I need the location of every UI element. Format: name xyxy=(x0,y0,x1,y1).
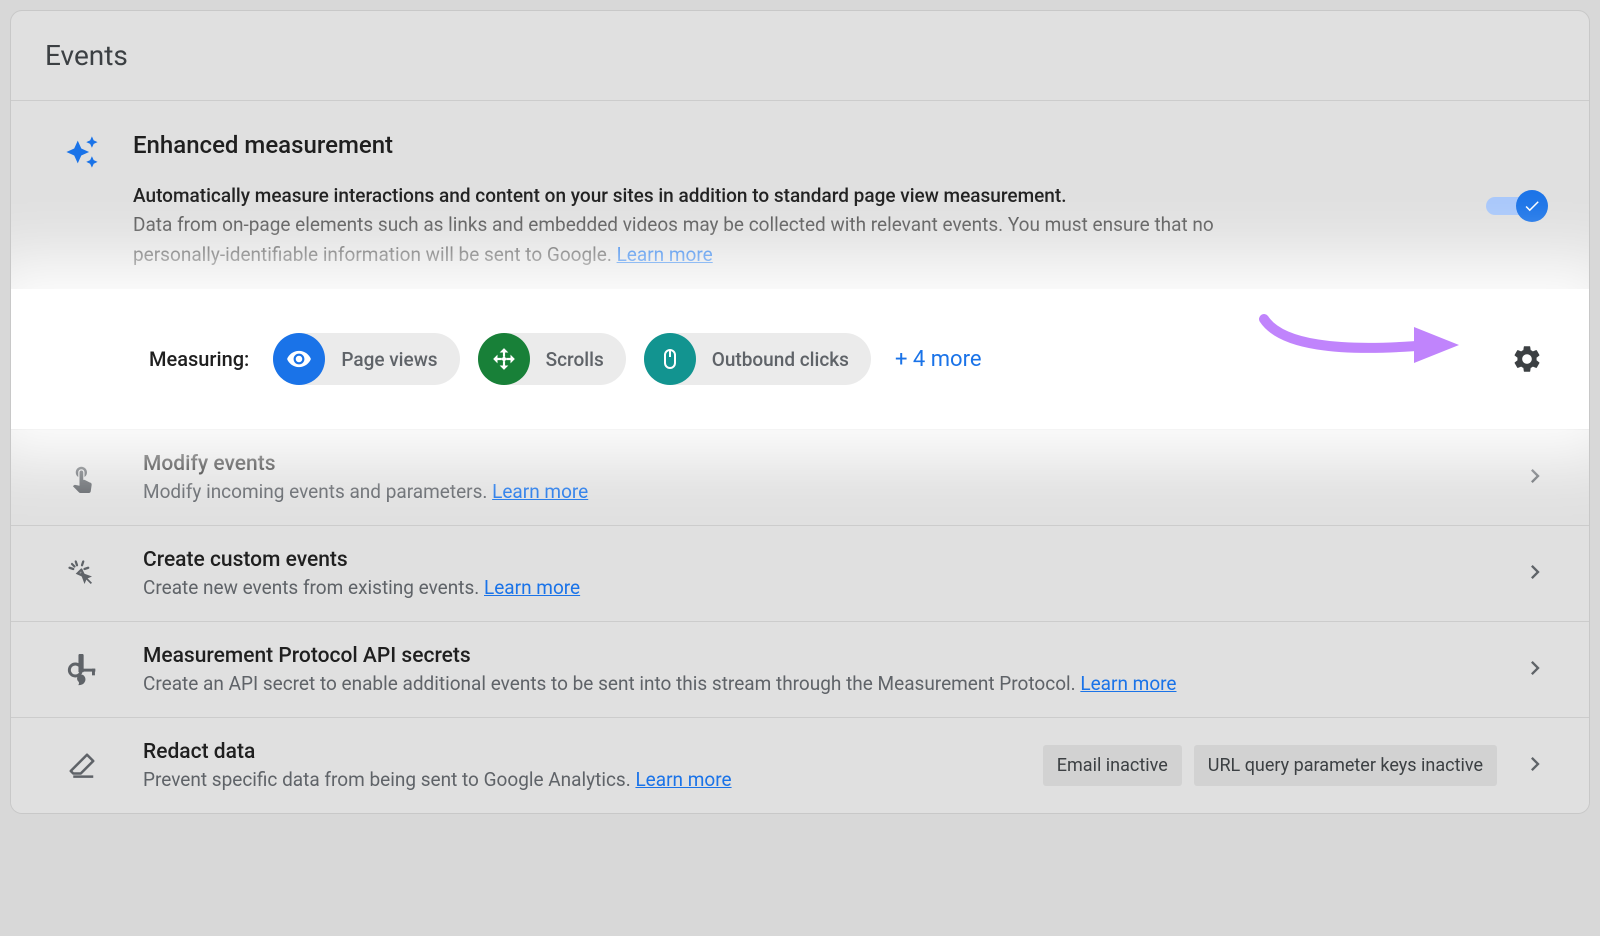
more-chips-link[interactable]: + 4 more xyxy=(895,347,982,372)
measuring-label: Measuring: xyxy=(149,347,249,371)
chip-label: Outbound clicks xyxy=(712,348,849,371)
key-icon xyxy=(65,653,99,687)
mouse-icon xyxy=(644,333,696,385)
chip-label: Scrolls xyxy=(546,348,604,371)
badge-email: Email inactive xyxy=(1043,745,1182,786)
chevron-right-icon xyxy=(1521,750,1549,782)
create-custom-events-row[interactable]: Create custom events Create new events f… xyxy=(11,526,1589,622)
list-title: Redact data xyxy=(143,740,1043,764)
redact-data-row[interactable]: Redact data Prevent specific data from b… xyxy=(11,718,1589,813)
list-desc: Create an API secret to enable additiona… xyxy=(143,672,1505,695)
scroll-icon xyxy=(478,333,530,385)
learn-more-link[interactable]: Learn more xyxy=(484,576,580,599)
eye-icon xyxy=(273,333,325,385)
chip-outbound-clicks: Outbound clicks xyxy=(644,333,871,385)
list-content: Redact data Prevent specific data from b… xyxy=(143,740,1043,791)
enhanced-toggle[interactable] xyxy=(1486,191,1544,221)
list-desc: Modify incoming events and parameters. L… xyxy=(143,480,1505,503)
chip-scrolls: Scrolls xyxy=(478,333,626,385)
learn-more-link[interactable]: Learn more xyxy=(635,768,731,791)
enhanced-content: Enhanced measurement Automatically measu… xyxy=(133,131,1549,269)
arrow-annotation xyxy=(1259,307,1469,367)
badge-url: URL query parameter keys inactive xyxy=(1194,745,1497,786)
settings-gear-button[interactable] xyxy=(1509,341,1545,377)
list-content: Create custom events Create new events f… xyxy=(143,548,1505,599)
status-badges: Email inactive URL query parameter keys … xyxy=(1043,745,1497,786)
enhanced-desc-bold: Automatically measure interactions and c… xyxy=(133,184,1066,207)
chip-label: Page views xyxy=(341,348,437,371)
learn-more-link[interactable]: Learn more xyxy=(492,480,588,503)
check-icon xyxy=(1523,197,1541,215)
modify-events-row[interactable]: Modify events Modify incoming events and… xyxy=(11,430,1589,526)
events-panel: Events Enhanced measurement Automaticall… xyxy=(10,10,1590,814)
chip-page-views: Page views xyxy=(273,333,459,385)
measurement-protocol-row[interactable]: Measurement Protocol API secrets Create … xyxy=(11,622,1589,718)
list-content: Modify events Modify incoming events and… xyxy=(143,452,1505,503)
chevron-right-icon xyxy=(1521,654,1549,686)
learn-more-link[interactable]: Learn more xyxy=(1080,672,1176,695)
enhanced-title: Enhanced measurement xyxy=(133,131,1549,159)
sparkle-icon xyxy=(65,135,99,173)
enhanced-learn-more-link[interactable]: Learn more xyxy=(617,243,713,266)
chevron-right-icon xyxy=(1521,462,1549,494)
list-content: Measurement Protocol API secrets Create … xyxy=(143,644,1505,695)
measuring-row: Measuring: Page views Scrolls xyxy=(11,289,1589,429)
list-title: Create custom events xyxy=(143,548,1505,572)
list-desc: Prevent specific data from being sent to… xyxy=(143,768,1043,791)
list-title: Modify events xyxy=(143,452,1505,476)
panel-title: Events xyxy=(45,39,1555,72)
enhanced-header: Enhanced measurement Automatically measu… xyxy=(65,131,1549,269)
panel-header: Events xyxy=(11,11,1589,101)
list-title: Measurement Protocol API secrets xyxy=(143,644,1505,668)
gear-icon xyxy=(1511,343,1543,375)
touch-icon xyxy=(65,461,99,495)
enhanced-measurement-section: Enhanced measurement Automatically measu… xyxy=(11,101,1589,430)
list-desc: Create new events from existing events. … xyxy=(143,576,1505,599)
chevron-right-icon xyxy=(1521,558,1549,590)
enhanced-description: Automatically measure interactions and c… xyxy=(133,181,1233,269)
eraser-icon xyxy=(65,749,99,783)
click-icon xyxy=(65,557,99,591)
